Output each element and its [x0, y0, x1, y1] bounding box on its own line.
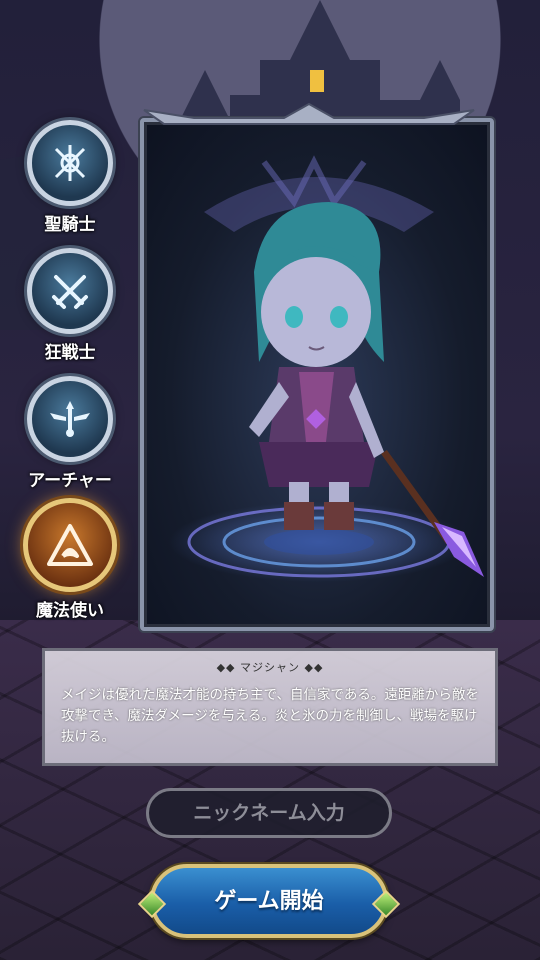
card-frame: [140, 118, 494, 631]
class-label: アーチャー: [28, 471, 112, 491]
class-option-archer[interactable]: アーチャー: [20, 376, 120, 491]
start-button-label: ゲーム開始: [214, 888, 324, 914]
class-option-paladin[interactable]: 聖騎士: [20, 120, 120, 235]
class-label: 聖騎士: [44, 215, 96, 235]
mage-character-art: [169, 155, 484, 582]
triangle-rune-icon: [23, 498, 117, 592]
character-card: [140, 100, 494, 631]
description-title: ◆◆ マジシャン ◆◆: [216, 661, 324, 674]
class-option-berserker[interactable]: 狂戦士: [20, 248, 120, 363]
card-top-ornament: [143, 102, 475, 125]
class-label: 狂戦士: [44, 343, 96, 363]
class-label: 魔法使い: [36, 601, 104, 621]
description-text: メイジは優れた魔法才能の持ち主で、自信家である。遠距離から敵を攻撃でき、魔法ダメ…: [61, 687, 479, 745]
game-start-button[interactable]: ゲーム開始: [137, 864, 401, 938]
crossed-swords-icon: [27, 248, 113, 334]
class-option-mage[interactable]: 魔法使い: [20, 498, 120, 621]
winged-arrow-icon: [27, 376, 113, 462]
nickname-input[interactable]: ニックネーム入力: [146, 788, 392, 838]
paladin-emblem-icon: [27, 120, 113, 206]
class-description-panel: ◆◆ マジシャン ◆◆ メイジは優れた魔法才能の持ち主で、自信家である。遠距離か…: [42, 648, 498, 766]
